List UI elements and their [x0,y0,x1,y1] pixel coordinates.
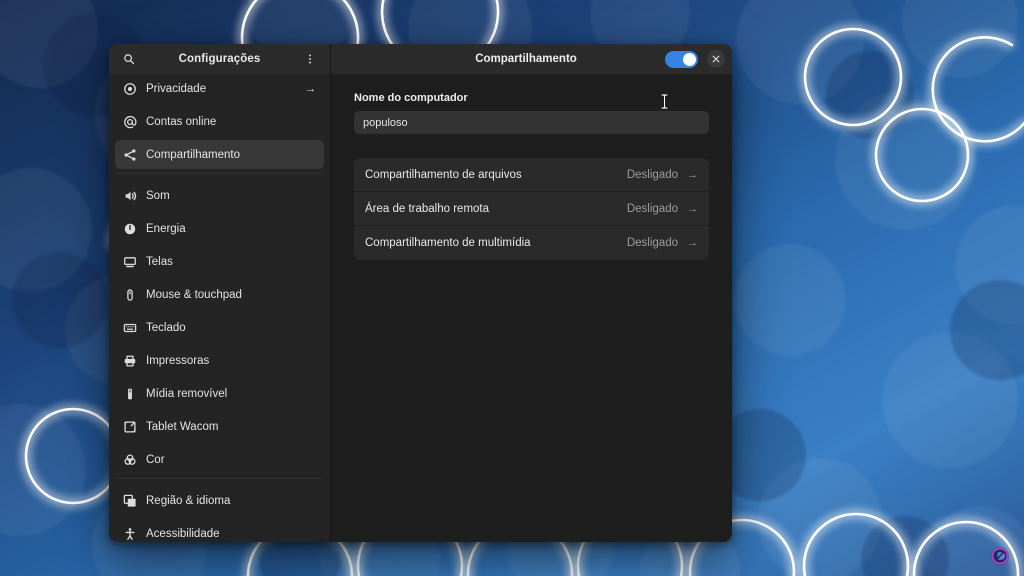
sidebar-item-teclado[interactable]: Teclado [115,313,324,342]
close-icon[interactable] [707,50,725,68]
keyboard-icon [123,321,137,335]
power-icon [123,222,137,236]
sidebar-item-tablet-wacom[interactable]: Tablet Wacom [115,412,324,441]
sharing-master-toggle[interactable] [665,50,698,68]
sidebar-item-contas-online[interactable]: Contas online [115,107,324,136]
content-body: Nome do computador Compartilhamento de a… [331,74,732,542]
sidebar-title: Configurações [178,53,261,65]
speaker-icon [123,189,137,203]
tablet-icon [123,420,137,434]
sidebar-header: Configurações [109,44,330,74]
sidebar-item-label: Mouse & touchpad [146,288,242,301]
page-title: Compartilhamento [475,53,577,65]
sidebar-item-label: Tablet Wacom [146,420,219,433]
share-icon [123,148,137,162]
sidebar-item-label: Energia [146,222,186,235]
color-icon [123,453,137,467]
sidebar-item-impressoras[interactable]: Impressoras [115,346,324,375]
sidebar-item-energia[interactable]: Energia [115,214,324,243]
sidebar-item-compartilhamento[interactable]: Compartilhamento [115,140,324,169]
sidebar-item-mouse-touchpad[interactable]: Mouse & touchpad [115,280,324,309]
removable-media-icon [123,387,137,401]
sidebar-item-som[interactable]: Som [115,181,324,210]
printer-icon [123,354,137,368]
sharing-services-list: Compartilhamento de arquivos Desligado → Ár… [354,158,709,260]
accessibility-icon [123,527,137,541]
sharing-service-row[interactable]: Compartilhamento de multimídia Desligado → [354,226,709,260]
three-dot-menu-icon[interactable] [300,49,320,69]
service-state: Desligado [626,202,678,215]
sidebar-nav-list[interactable]: Privacidade → Contas online Compartilhament… [109,74,330,542]
sidebar-item-label: Mídia removível [146,387,228,400]
content-pane: Compartilhamento Nome do computador popu… [331,44,732,542]
toggle-knob [683,52,696,66]
service-state: Desligado [626,237,678,249]
sidebar-item-label: Privacidade [146,82,207,95]
chevron-right-icon: → [687,202,698,215]
sidebar-item-arrow-icon: → [305,82,316,95]
sidebar-separator [117,173,322,174]
chevron-right-icon: → [687,168,698,181]
region-icon [123,494,137,508]
settings-window: Configurações Privacidade → Contas online C… [109,44,732,542]
sidebar-item-regi-o-idioma[interactable]: Região & idioma [115,486,324,515]
sidebar-item-m-dia-remov-vel[interactable]: Mídia removível [115,379,324,408]
privacy-icon [123,82,137,96]
watermark-logo-icon [991,547,1009,565]
service-name: Área de trabalho remota [365,202,490,215]
search-icon[interactable] [119,49,139,69]
service-name: Compartilhamento de multimídia [365,237,531,249]
sidebar-item-privacidade[interactable]: Privacidade → [115,74,324,103]
chevron-right-icon: → [687,237,698,249]
hostname-label: Nome do computador [354,92,468,104]
sidebar-item-acessibilidade[interactable]: Acessibilidade [115,519,324,542]
sidebar-item-label: Teclado [146,321,186,334]
window-body: Configurações Privacidade → Contas online C… [109,44,732,542]
sidebar: Configurações Privacidade → Contas online C… [109,44,331,542]
sidebar-separator [117,478,322,479]
mouse-icon [123,288,137,302]
content-header: Compartilhamento [331,44,732,74]
sidebar-item-label: Contas online [146,115,217,128]
service-name: Compartilhamento de arquivos [365,168,522,181]
sharing-service-row[interactable]: Área de trabalho remota Desligado → [354,192,709,226]
service-state: Desligado [626,168,678,181]
sidebar-item-cor[interactable]: Cor [115,445,324,474]
sidebar-item-label: Impressoras [146,354,210,367]
desktop: Configurações Privacidade → Contas online C… [0,0,1024,576]
sidebar-item-label: Cor [146,453,165,466]
sidebar-item-label: Acessibilidade [146,527,220,540]
sharing-service-row[interactable]: Compartilhamento de arquivos Desligado → [354,158,709,192]
sidebar-item-telas[interactable]: Telas [115,247,324,276]
at-sign-icon [123,115,137,129]
sidebar-item-label: Região & idioma [146,494,231,507]
hostname-input[interactable] [354,111,709,134]
display-icon [123,255,137,269]
sidebar-item-label: Telas [146,255,173,268]
sidebar-item-label: Compartilhamento [146,148,240,161]
sidebar-item-label: Som [146,189,170,202]
